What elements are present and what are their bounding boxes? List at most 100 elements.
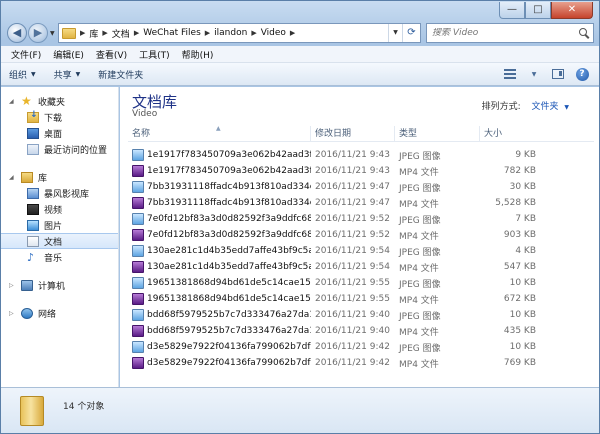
file-rows: 1e1917f783450709a3e062b42aad3f4... 2016/1… (128, 147, 594, 371)
nav-favorites[interactable]: ◢ ★ 收藏夹 (1, 93, 118, 109)
nav-network[interactable]: ▷ 网络 (1, 305, 118, 321)
image-file-icon (132, 245, 144, 257)
table-row[interactable]: 7bb31931118ffadc4b913f810ad334e... 2016/1… (128, 179, 594, 195)
new-folder-button[interactable]: 新建文件夹 (98, 68, 143, 81)
menu-edit[interactable]: 编辑(E) (47, 48, 90, 61)
nav-label: 文档 (44, 237, 63, 248)
document-icon (27, 235, 39, 247)
chevron-right-icon[interactable]: ▶ (290, 29, 295, 37)
menu-help[interactable]: 帮助(H) (176, 48, 220, 61)
file-name: d3e5829e7922f04136fa799062b7df7... (147, 358, 311, 368)
forward-arrow-icon: ▶ (33, 26, 43, 39)
file-type: MP4 文件 (399, 263, 439, 274)
nav-documents[interactable]: 文档 (1, 233, 118, 249)
preview-pane-button[interactable] (549, 66, 567, 82)
recent-pages-dropdown-icon[interactable]: ▼ (50, 30, 55, 37)
table-row[interactable]: 19651381868d94bd61de5c14cae15a... 2016/11… (128, 275, 594, 291)
address-bar[interactable]: ▶ 库 ▶ 文档 ▶ WeChat Files ▶ ilandon ▶ Vide… (58, 23, 421, 43)
column-header-name[interactable]: ▲ 名称 (128, 125, 311, 141)
column-header-size[interactable]: 大小 (480, 126, 594, 141)
column-header-type[interactable]: 类型 (395, 126, 480, 141)
download-folder-icon (27, 110, 39, 123)
table-row[interactable]: 1e1917f783450709a3e062b42aad3f4... 2016/1… (128, 147, 594, 163)
chevron-right-icon[interactable]: ▶ (134, 29, 139, 37)
column-header-date[interactable]: 修改日期 (311, 126, 395, 141)
search-icon[interactable] (579, 28, 589, 38)
chevron-right-icon[interactable]: ▶ (80, 29, 85, 37)
table-row[interactable]: 130ae281c1d4b35edd7affe43bf9c5af... 2016/… (128, 243, 594, 259)
table-row[interactable]: bdd68f5979525b7c7d333476a27da1... 2016/11… (128, 323, 594, 339)
breadcrumb-item[interactable]: Video (261, 28, 286, 38)
file-type: MP4 文件 (399, 231, 439, 242)
chevron-right-icon[interactable]: ▶ (102, 29, 107, 37)
nav-storm-library[interactable]: 暴风影视库 (1, 185, 118, 201)
maximize-button[interactable]: □ (525, 2, 551, 19)
breadcrumb-item[interactable]: 文档 (112, 27, 130, 40)
menu-file[interactable]: 文件(F) (5, 48, 47, 61)
file-type: JPEG 图像 (399, 151, 441, 162)
back-button[interactable]: ◀ (7, 23, 27, 43)
breadcrumb-item[interactable]: ilandon (214, 28, 247, 38)
share-button[interactable]: 共享 ▼ (54, 68, 81, 81)
menu-tools[interactable]: 工具(T) (133, 48, 176, 61)
file-name: 130ae281c1d4b35edd7affe43bf9c5af... (147, 246, 311, 256)
nav-computer[interactable]: ▷ 计算机 (1, 277, 118, 293)
nav-pictures[interactable]: 图片 (1, 217, 118, 233)
table-row[interactable]: d3e5829e7922f04136fa799062b7df7... 2016/1… (128, 339, 594, 355)
file-name: bdd68f5979525b7c7d333476a27da1... (147, 326, 311, 336)
chevron-down-icon[interactable]: ▼ (564, 104, 569, 111)
file-name: 7e0fd12bf83a3d0d82592f3a9ddfc686... (147, 214, 311, 224)
nav-label: 下载 (44, 113, 63, 124)
help-icon: ? (575, 67, 589, 81)
change-view-button[interactable] (501, 66, 519, 82)
desktop-icon (27, 127, 39, 139)
nav-downloads[interactable]: 下载 (1, 109, 118, 125)
expand-icon[interactable]: ▷ (9, 282, 14, 289)
file-date: 2016/11/21 9:54 (315, 262, 390, 272)
refresh-icon[interactable]: ⟳ (402, 24, 420, 42)
nav-music[interactable]: ♪ 音乐 (1, 249, 118, 265)
close-button[interactable]: ✕ (551, 2, 593, 19)
table-row[interactable]: 7e0fd12bf83a3d0d82592f3a9ddfc686... 2016/… (128, 211, 594, 227)
forward-button[interactable]: ▶ (28, 23, 48, 43)
expand-icon[interactable]: ▷ (9, 310, 14, 317)
breadcrumb-item[interactable]: 库 (89, 27, 98, 40)
table-row[interactable]: bdd68f5979525b7c7d333476a27da1... 2016/11… (128, 307, 594, 323)
title-bar: — □ ✕ ◀ ▶ ▼ ▶ 库 ▶ 文档 ▶ WeChat Files ▶ il… (1, 1, 599, 45)
menu-view[interactable]: 查看(V) (90, 48, 133, 61)
table-row[interactable]: 7bb31931118ffadc4b913f810ad334e... 2016/1… (128, 195, 594, 211)
recent-places-icon (27, 143, 39, 155)
chevron-right-icon[interactable]: ▶ (205, 29, 210, 37)
library-icon (21, 171, 33, 183)
file-name: bdd68f5979525b7c7d333476a27da1... (147, 310, 311, 320)
expand-icon[interactable]: ◢ (9, 174, 14, 181)
table-row[interactable]: 130ae281c1d4b35edd7affe43bf9c5af... 2016/… (128, 259, 594, 275)
organize-label: 组织 (9, 70, 28, 81)
breadcrumb-item[interactable]: WeChat Files (143, 28, 201, 38)
help-button[interactable]: ? (573, 66, 591, 82)
table-row[interactable]: 7e0fd12bf83a3d0d82592f3a9ddfc686... 2016/… (128, 227, 594, 243)
chevron-down-icon: ▼ (75, 70, 81, 78)
file-size: 782 KB (503, 166, 536, 176)
view-options-button[interactable]: ▼ (525, 66, 543, 82)
chevron-right-icon[interactable]: ▶ (251, 29, 256, 37)
search-box[interactable] (426, 23, 594, 43)
nav-desktop[interactable]: 桌面 (1, 125, 118, 141)
organize-button[interactable]: 组织 ▼ (9, 68, 36, 81)
nav-videos[interactable]: 视频 (1, 201, 118, 217)
file-date: 2016/11/21 9:43 (315, 150, 390, 160)
file-name-cell: 1e1917f783450709a3e062b42aad3f4... (128, 149, 311, 161)
nav-recent-places[interactable]: 最近访问的位置 (1, 141, 118, 157)
nav-libraries[interactable]: ◢ 库 (1, 169, 118, 185)
table-row[interactable]: 1e1917f783450709a3e062b42aad3f4... 2016/1… (128, 163, 594, 179)
file-name-cell: bdd68f5979525b7c7d333476a27da1... (128, 309, 311, 321)
arrange-by-dropdown[interactable]: 文件夹 (531, 102, 558, 112)
file-name: 19651381868d94bd61de5c14cae15a... (147, 278, 311, 288)
search-input[interactable] (432, 28, 572, 38)
minimize-button[interactable]: — (499, 2, 525, 19)
table-row[interactable]: 19651381868d94bd61de5c14cae15a... 2016/11… (128, 291, 594, 307)
address-dropdown-icon[interactable]: ▼ (388, 24, 402, 42)
expand-icon[interactable]: ◢ (9, 98, 14, 105)
table-row[interactable]: d3e5829e7922f04136fa799062b7df7... 2016/1… (128, 355, 594, 371)
file-type: MP4 文件 (399, 327, 439, 338)
